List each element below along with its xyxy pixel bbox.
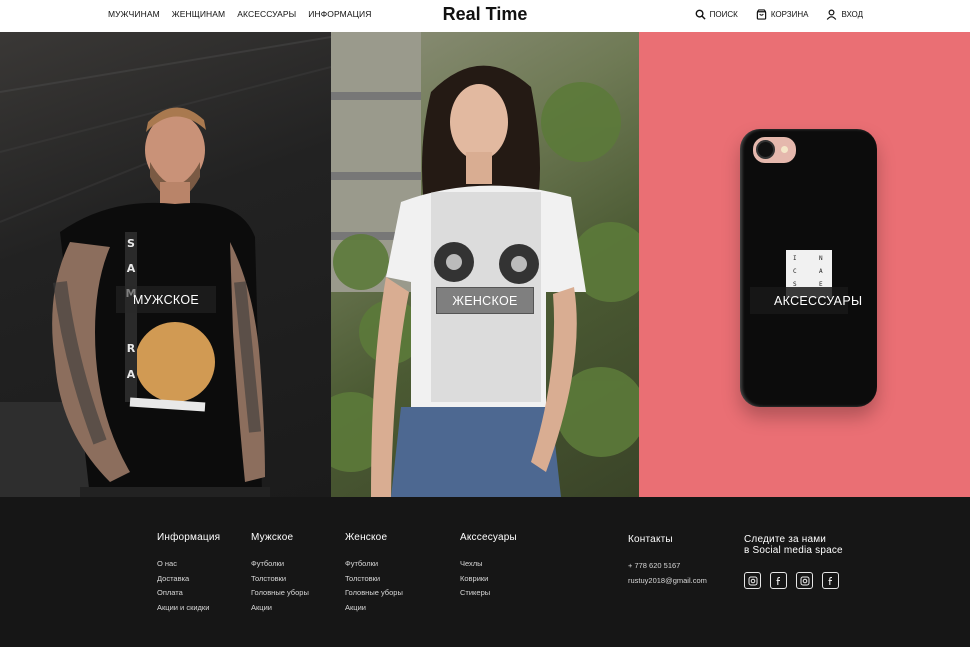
cart-button[interactable]: КОРЗИНА xyxy=(756,8,809,20)
social-title-line: Следите за нами xyxy=(744,534,827,545)
footer-link[interactable]: Оплата xyxy=(157,586,220,601)
contact-email[interactable]: rustuy2018@gmail.com xyxy=(628,574,707,589)
social-icons xyxy=(744,572,843,589)
footer-info-column: Информация О нас Доставка Оплата Акции и… xyxy=(157,532,220,615)
footer-contacts-column: Контакты + 778 620 5167 rustuy2018@gmail… xyxy=(628,534,707,588)
instagram-icon[interactable] xyxy=(796,572,813,589)
footer-women-column: Женское Футболки Толстовки Головные убор… xyxy=(345,532,403,615)
footer-women-title: Женское xyxy=(345,532,388,543)
site-header: МУЖЧИНАМ ЖЕНЩИНАМ АКСЕССУАРЫ ИНФОРМАЦИЯ … xyxy=(0,0,970,32)
accessories-category-label[interactable]: АКСЕССУАРЫ xyxy=(750,287,862,314)
footer-link[interactable]: Акции и скидки xyxy=(157,601,220,616)
women-category-label[interactable]: ЖЕНСКОЕ xyxy=(436,287,534,314)
svg-text:A: A xyxy=(127,262,136,275)
footer-social-column: Следите за нами в Social media space xyxy=(744,534,843,589)
footer-accessories-column: Акссесуары Чехлы Коврики Стикеры xyxy=(460,532,517,601)
footer-contacts-title: Контакты xyxy=(628,534,673,545)
footer-link[interactable]: Головные уборы xyxy=(251,586,309,601)
footer-accessories-title: Акссесуары xyxy=(460,532,517,543)
men-category-label[interactable]: МУЖСКОЕ xyxy=(116,286,216,313)
header-actions: ПОИСК КОРЗИНА ВХОД xyxy=(695,0,863,28)
login-button[interactable]: ВХОД xyxy=(826,9,863,20)
cart-icon xyxy=(756,8,767,20)
tag-letter: C xyxy=(793,268,797,275)
svg-text:R: R xyxy=(127,342,136,355)
user-icon xyxy=(827,9,837,20)
contact-phone[interactable]: + 778 620 5167 xyxy=(628,559,707,574)
women-model-image xyxy=(331,32,639,497)
svg-text:A: A xyxy=(127,368,136,381)
footer-link[interactable]: Доставка xyxy=(157,572,220,587)
tag-letter: N xyxy=(819,255,823,262)
footer-link[interactable]: Футболки xyxy=(251,557,309,572)
svg-text:S: S xyxy=(127,237,135,250)
tag-letter: I xyxy=(793,255,797,262)
footer-link[interactable]: Акции xyxy=(251,601,309,616)
footer-social-title: Следите за нами в Social media space xyxy=(744,534,843,556)
men-category-panel[interactable]: S A M R A МУЖСКОЕ xyxy=(0,32,331,497)
search-icon xyxy=(695,9,706,20)
footer-link[interactable]: Коврики xyxy=(460,572,517,587)
footer-link[interactable]: Стикеры xyxy=(460,586,517,601)
footer-link[interactable]: Головные уборы xyxy=(345,586,403,601)
search-label: ПОИСК xyxy=(709,9,738,19)
search-button[interactable]: ПОИСК xyxy=(695,9,738,20)
footer-link[interactable]: Чехлы xyxy=(460,557,517,572)
social-title-line: в Social media space xyxy=(744,545,843,556)
footer-info-title: Информация xyxy=(157,532,221,543)
cart-label: КОРЗИНА xyxy=(770,9,809,19)
site-footer: Информация О нас Доставка Оплата Акции и… xyxy=(0,497,970,647)
women-category-panel[interactable]: ЖЕНСКОЕ xyxy=(331,32,639,497)
instagram-icon[interactable] xyxy=(744,572,761,589)
footer-link[interactable]: Толстовки xyxy=(345,572,403,587)
footer-men-column: Мужское Футболки Толстовки Головные убор… xyxy=(251,532,309,615)
footer-men-title: Мужское xyxy=(251,532,294,543)
accessories-category-panel[interactable]: I N C A S E АКСЕССУАРЫ xyxy=(639,32,970,497)
footer-link[interactable]: Акции xyxy=(345,601,403,616)
facebook-icon[interactable] xyxy=(822,572,839,589)
footer-link[interactable]: Толстовки xyxy=(251,572,309,587)
facebook-icon[interactable] xyxy=(770,572,787,589)
men-model-image: S A M R A xyxy=(0,36,331,497)
phone-case-image: I N C A S E xyxy=(740,129,877,407)
footer-link[interactable]: О нас xyxy=(157,557,220,572)
tag-letter: A xyxy=(819,268,823,275)
category-hero: S A M R A МУЖСКОЕ xyxy=(0,32,970,497)
login-label: ВХОД xyxy=(841,9,863,19)
phone-camera xyxy=(753,137,796,163)
footer-link[interactable]: Футболки xyxy=(345,557,403,572)
